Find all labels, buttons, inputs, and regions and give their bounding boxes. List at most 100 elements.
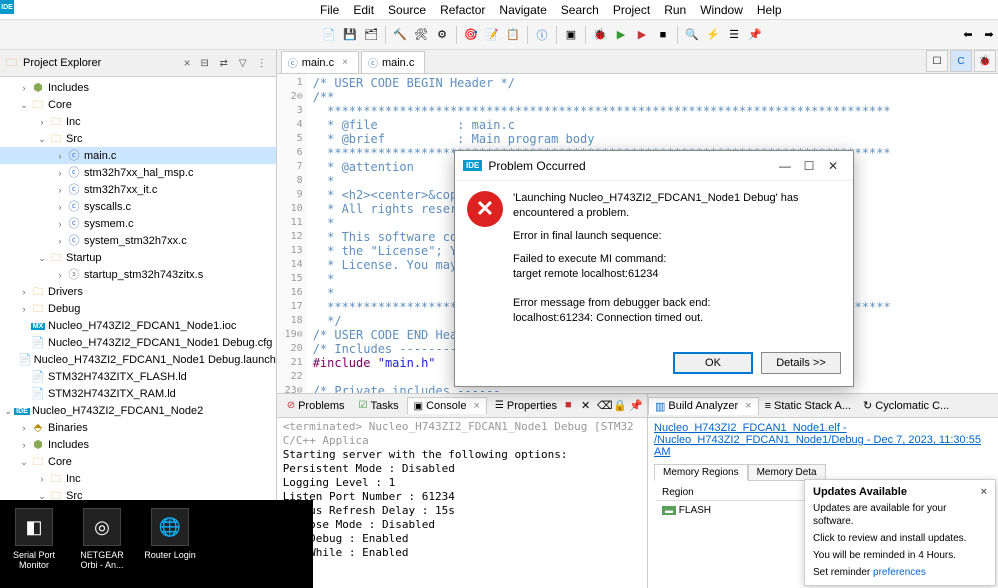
outline-icon[interactable]: ☰ xyxy=(725,26,743,44)
close-icon[interactable]: × xyxy=(184,56,191,70)
scroll-lock-icon[interactable]: 🔒 xyxy=(613,399,627,412)
tree-debug[interactable]: Debug xyxy=(46,301,80,317)
pin-console-icon[interactable]: 📌 xyxy=(629,399,643,412)
tree-main-c[interactable]: main.c xyxy=(82,148,116,164)
preferences-link[interactable]: preferences xyxy=(873,567,926,578)
tree-startup-s[interactable]: startup_stm32h743zitx.s xyxy=(82,267,203,283)
ok-button[interactable]: OK xyxy=(673,352,753,374)
tree-core2[interactable]: Core xyxy=(46,454,72,470)
open-perspective-icon[interactable]: ☐ xyxy=(926,50,948,72)
view-menu-icon[interactable]: ⋮ xyxy=(254,55,270,71)
col-region[interactable]: Region xyxy=(656,485,814,501)
tab-cyclomatic[interactable]: ↻Cyclomatic C... xyxy=(857,397,955,414)
new-file-icon[interactable]: 📝 xyxy=(483,26,501,44)
build-icon[interactable]: 🔨 xyxy=(391,26,409,44)
close-icon[interactable]: × xyxy=(981,486,987,498)
tab-tasks[interactable]: ☑Tasks xyxy=(353,398,405,414)
tree-inc2[interactable]: Inc xyxy=(64,471,81,487)
target-icon[interactable]: 🎯 xyxy=(462,26,480,44)
tree-drivers[interactable]: Drivers xyxy=(46,284,83,300)
tree-includes2[interactable]: Includes xyxy=(46,437,89,453)
tree-inc[interactable]: Inc xyxy=(64,114,81,130)
elf-link[interactable]: Nucleo_H743ZI2_FDCAN1_Node1.elf - xyxy=(654,422,992,434)
save-all-icon[interactable]: 🗂 xyxy=(362,26,380,44)
filter-icon[interactable]: ▽ xyxy=(235,55,251,71)
tree-hal-msp[interactable]: stm32h7xx_hal_msp.c xyxy=(82,165,193,181)
menu-window[interactable]: Window xyxy=(700,3,743,17)
menu-navigate[interactable]: Navigate xyxy=(499,3,546,17)
menu-run[interactable]: Run xyxy=(664,3,686,17)
remove-icon[interactable]: ✕ xyxy=(581,399,595,412)
build-all-icon[interactable]: 🛠 xyxy=(412,26,430,44)
debug-perspective-icon[interactable]: 🐞 xyxy=(974,50,996,72)
forward-icon[interactable]: ➡ xyxy=(980,26,998,44)
close-tab-icon[interactable]: × xyxy=(342,57,348,68)
new-config-icon[interactable]: 📋 xyxy=(504,26,522,44)
tree-ioc[interactable]: Nucleo_H743ZI2_FDCAN1_Node1.ioc xyxy=(46,318,236,334)
menu-project[interactable]: Project xyxy=(613,3,650,17)
chip-config-icon[interactable]: ⚙ xyxy=(433,26,451,44)
menu-file[interactable]: File xyxy=(320,3,339,17)
search-icon[interactable]: 🔍 xyxy=(683,26,701,44)
menu-refactor[interactable]: Refactor xyxy=(440,3,485,17)
dialog-titlebar[interactable]: IDE Problem Occurred — ☐ ✕ xyxy=(455,151,853,181)
error-dialog: IDE Problem Occurred — ☐ ✕ ✕ 'Launching … xyxy=(454,150,854,387)
tree-debug-cfg[interactable]: Nucleo_H743ZI2_FDCAN1_Node1 Debug.cfg xyxy=(46,335,272,351)
minimize-icon[interactable]: — xyxy=(773,159,797,173)
debug-icon[interactable]: 🐞 xyxy=(591,26,609,44)
tab-problems[interactable]: ⊘Problems xyxy=(281,398,351,414)
info-icon[interactable]: ⓘ xyxy=(533,26,551,44)
tree-core[interactable]: Core xyxy=(46,97,72,113)
wand-icon[interactable]: ⚡ xyxy=(704,26,722,44)
tree-src[interactable]: Src xyxy=(64,131,83,147)
menu-edit[interactable]: Edit xyxy=(353,3,374,17)
tab-memory-regions[interactable]: Memory Regions xyxy=(654,464,748,481)
ext-run-icon[interactable]: ▶ xyxy=(633,26,651,44)
tree-includes[interactable]: Includes xyxy=(46,80,89,96)
close-icon[interactable]: ✕ xyxy=(821,159,845,173)
back-icon[interactable]: ⬅ xyxy=(959,26,977,44)
clear-icon[interactable]: ⌫ xyxy=(597,399,611,412)
close-icon[interactable]: × xyxy=(745,400,751,412)
pin-icon[interactable]: 📌 xyxy=(746,26,764,44)
menu-search[interactable]: Search xyxy=(561,3,599,17)
console-panel: ⊘Problems ☑Tasks ▣Console× ☰Properties ■… xyxy=(277,394,648,588)
terminal-icon[interactable]: ▣ xyxy=(562,26,580,44)
collapse-all-icon[interactable]: ⊟ xyxy=(197,55,213,71)
tree-binaries[interactable]: Binaries xyxy=(46,420,88,436)
terminate-icon[interactable]: ■ xyxy=(565,399,579,412)
maximize-icon[interactable]: ☐ xyxy=(797,159,821,173)
c-perspective-icon[interactable]: C xyxy=(950,50,972,72)
tree-flash-ld[interactable]: STM32H743ZITX_FLASH.ld xyxy=(46,369,187,385)
debug-path-link[interactable]: /Nucleo_H743ZI2_FDCAN1_Node1/Debug - Dec… xyxy=(654,434,992,458)
stop-icon[interactable]: ■ xyxy=(654,26,672,44)
tree-system[interactable]: system_stm32h7xx.c xyxy=(82,233,187,249)
menu-help[interactable]: Help xyxy=(757,3,782,17)
editor-tab-main1[interactable]: ⓒmain.c× xyxy=(281,51,359,73)
link-editor-icon[interactable]: ⇄ xyxy=(216,55,232,71)
run-icon[interactable]: ▶ xyxy=(612,26,630,44)
tab-console[interactable]: ▣Console× xyxy=(407,397,487,414)
tab-properties[interactable]: ☰Properties xyxy=(489,398,563,414)
tree-node2[interactable]: Nucleo_H743ZI2_FDCAN1_Node2 xyxy=(30,403,203,419)
save-icon[interactable]: 💾 xyxy=(341,26,359,44)
tree-it-c[interactable]: stm32h7xx_it.c xyxy=(82,182,157,198)
taskbar-serial-port[interactable]: ◧ Serial Port Monitor xyxy=(4,508,64,570)
tab-static-stack[interactable]: ≡Static Stack A... xyxy=(759,398,857,414)
editor-tab-main2[interactable]: ⓒmain.c xyxy=(361,51,425,73)
tree-debug-launch[interactable]: Nucleo_H743ZI2_FDCAN1_Node1 Debug.launch xyxy=(32,352,276,368)
tree-ram-ld[interactable]: STM32H743ZITX_RAM.ld xyxy=(46,386,176,402)
menu-source[interactable]: Source xyxy=(388,3,426,17)
close-icon[interactable]: × xyxy=(473,400,479,412)
console-output[interactable]: <terminated> Nucleo_H743ZI2_FDCAN1_Node1… xyxy=(277,418,647,588)
taskbar-netgear[interactable]: ◎ NETGEAR Orbi - An... xyxy=(72,508,132,570)
tab-build-analyzer[interactable]: ▥Build Analyzer× xyxy=(648,397,759,415)
project-tree[interactable]: ›⬢Includes ⌄🗀Core ›🗀Inc ⌄🗀Src ›ⓒmain.c ›… xyxy=(0,77,276,557)
tree-startup[interactable]: Startup xyxy=(64,250,101,266)
tree-sysmem[interactable]: sysmem.c xyxy=(82,216,134,232)
dialog-message: 'Launching Nucleo_H743ZI2_FDCAN1_Node1 D… xyxy=(513,191,841,334)
taskbar-router[interactable]: 🌐 Router Login xyxy=(140,508,200,560)
details-button[interactable]: Details >> xyxy=(761,352,841,374)
new-icon[interactable]: 📄 xyxy=(320,26,338,44)
tree-syscalls[interactable]: syscalls.c xyxy=(82,199,131,215)
